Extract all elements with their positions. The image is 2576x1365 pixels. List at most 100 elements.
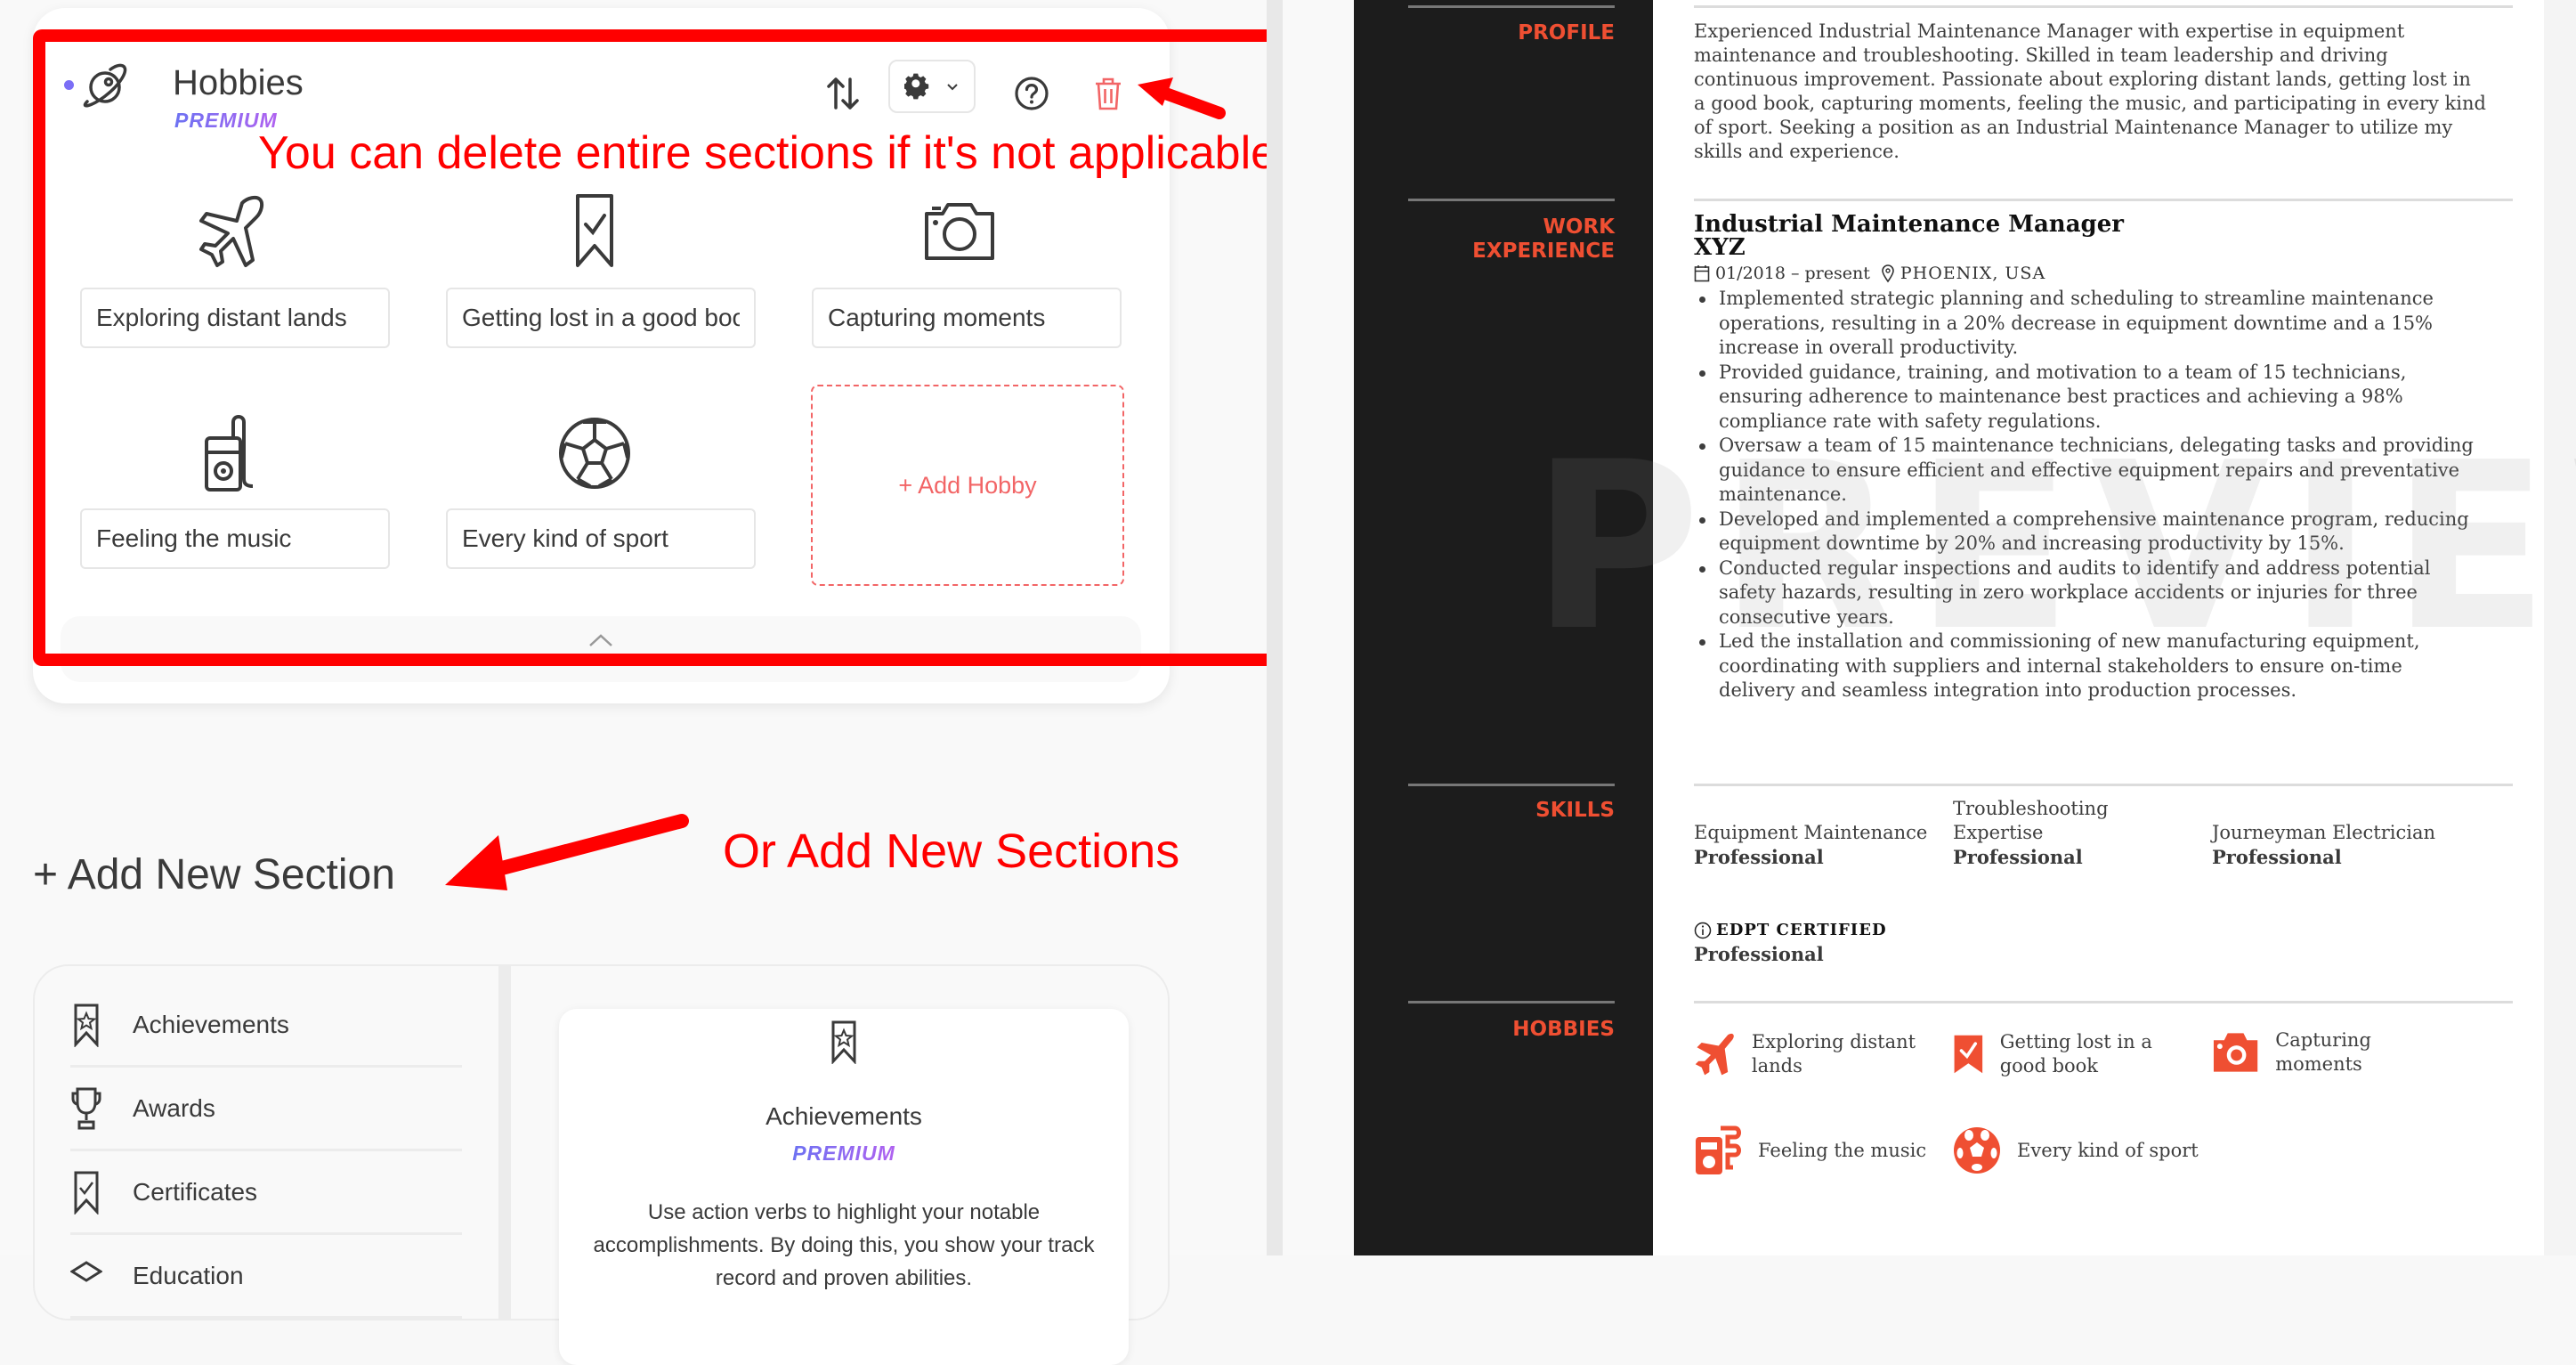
job-dates: 01/2018 – present — [1715, 264, 1870, 283]
job-bullet: Provided guidance, training, and motivat… — [1694, 361, 2477, 435]
resume-hobby: Getting lost in a good book — [1953, 1028, 2202, 1080]
annotation-add-note: Or Add New Sections — [723, 825, 1180, 878]
job-title: Industrial Maintenance Manager — [1694, 211, 2124, 238]
music-player-icon — [1696, 1125, 1741, 1174]
hobby-input[interactable] — [446, 288, 756, 348]
job-bullet: Conducted regular inspections and audits… — [1694, 557, 2477, 630]
section-title: Hobbies — [173, 63, 304, 102]
list-scrollbar[interactable] — [498, 966, 511, 1319]
add-hobby-button[interactable]: + Add Hobby — [811, 385, 1124, 586]
certification-level: Professional — [1694, 943, 1824, 965]
preview-description: Use action verbs to highlight your notab… — [593, 1200, 1095, 1290]
skill-item: Equipment Maintenance Professional — [1694, 821, 1943, 870]
job-meta: 01/2018 – present PHOENIX, USA — [1694, 264, 2045, 283]
company: XYZ — [1694, 234, 1746, 261]
divider — [1408, 5, 1615, 8]
divider — [1694, 1001, 2513, 1003]
hobbies-section-card: Hobbies PREMIUM Exploring distant lands … — [33, 8, 1170, 703]
resume-hobby-label: Getting lost in a good book — [1999, 1031, 2152, 1077]
certification-name: EDPT CERTIFIED — [1716, 921, 1887, 939]
section-option-label: Achievements — [133, 1010, 289, 1038]
section-preview-card: Achievements PREMIUM Use action verbs to… — [559, 1009, 1129, 1365]
bookmark-check-icon — [576, 194, 613, 267]
skill-level: Professional — [1694, 846, 1824, 868]
section-option-awards[interactable]: Awards — [70, 1068, 462, 1151]
divider — [1408, 784, 1615, 786]
planet-icon — [83, 63, 127, 108]
hobby-input[interactable] — [812, 288, 1122, 348]
resume-hobby: Every kind of sport — [1953, 1125, 2202, 1176]
skill-item: Journeyman Electrician Professional — [2212, 821, 2461, 870]
resume-hobby: Exploring distant lands — [1694, 1028, 1943, 1080]
section-option-certificates[interactable]: Certificates — [70, 1151, 462, 1235]
profile-heading: PROFILE — [1518, 21, 1615, 45]
work-heading-line2: EXPERIENCE — [1472, 240, 1615, 263]
gear-icon — [904, 73, 929, 100]
chevron-up-icon — [589, 634, 612, 646]
resume-hobby: Capturing moments — [2212, 1028, 2461, 1077]
divider — [1408, 199, 1615, 201]
job-bullet: Implemented strategic planning and sched… — [1694, 287, 2477, 361]
hobby-input[interactable] — [80, 288, 390, 348]
resume-hobby-label: Every kind of sport — [2017, 1139, 2199, 1161]
bookmark-check-icon — [1954, 1035, 1983, 1074]
location-pin-icon — [1882, 264, 1894, 283]
collapse-section-button[interactable] — [61, 616, 1141, 682]
delete-section-button[interactable] — [1081, 67, 1135, 120]
hobbies-heading: HOBBIES — [1512, 1018, 1615, 1041]
resume-hobby-label: Exploring distant lands — [1751, 1031, 1916, 1077]
job-bullet: Led the installation and commissioning o… — [1694, 630, 2477, 703]
resume-main: Experienced Industrial Maintenance Manag… — [1653, 0, 2544, 1255]
hobby-input[interactable] — [80, 508, 390, 569]
hobby-input[interactable] — [446, 508, 756, 569]
preview-title: Achievements — [766, 1102, 922, 1130]
skill-level: Professional — [1953, 846, 2083, 868]
sort-arrows-icon — [827, 77, 859, 110]
help-button[interactable] — [1005, 67, 1058, 120]
profile-text: Experienced Industrial Maintenance Manag… — [1694, 20, 2486, 162]
ribbon-check-icon — [74, 1171, 99, 1215]
section-option-achievements[interactable]: Achievements — [70, 984, 462, 1068]
airplane-icon — [1695, 1033, 1734, 1076]
question-circle-icon — [1015, 77, 1049, 110]
add-new-section-button[interactable]: + Add New Section — [33, 850, 395, 899]
reorder-button[interactable] — [816, 69, 870, 118]
soccer-ball-icon — [1954, 1127, 2000, 1174]
chevron-down-icon — [947, 84, 958, 91]
camera-icon — [2213, 1033, 2258, 1072]
resume-hobby-label: Capturing moments — [2275, 1029, 2371, 1075]
ribbon-star-icon — [74, 1003, 99, 1047]
job-location: PHOENIX, USA — [1900, 264, 2046, 283]
resume-sidebar: PROFILE WORK EXPERIENCE SKILLS HOBBIES — [1354, 0, 1653, 1255]
editor-pane: Hobbies PREMIUM Exploring distant lands … — [0, 0, 1324, 1365]
section-bullet-dot — [64, 80, 74, 90]
skill-name: Troubleshooting Expertise — [1953, 798, 2109, 843]
annotation-delete-note: You can delete entire sections if it's n… — [258, 127, 1290, 179]
skill-item: Troubleshooting Expertise Professional — [1953, 797, 2131, 870]
work-heading-line1: WORK — [1543, 215, 1615, 239]
skill-name: Equipment Maintenance — [1694, 822, 1928, 843]
section-option-label: Education — [133, 1261, 244, 1289]
annotation-arrow-icon — [1138, 77, 1226, 119]
job-bullet: Oversaw a team of 15 maintenance technic… — [1694, 434, 2477, 508]
divider — [1694, 784, 2513, 786]
new-sections-card: Achievements Awards Certificates Educati… — [33, 964, 1170, 1365]
resume-edge — [2544, 0, 2576, 1255]
certification-item: EDPT CERTIFIED Professional — [1694, 918, 1943, 967]
section-option-label: Certificates — [133, 1177, 258, 1206]
camera-icon — [925, 203, 994, 260]
section-option-label: Awards — [133, 1093, 215, 1122]
resume-hobby-label: Feeling the music — [1758, 1139, 1927, 1161]
section-option-education[interactable]: Education — [70, 1235, 462, 1319]
trash-icon — [1096, 77, 1121, 110]
soccer-ball-icon — [559, 418, 630, 489]
skill-name: Journeyman Electrician — [2212, 822, 2436, 843]
ribbon-star-icon — [831, 1020, 856, 1065]
job-bullet: Developed and implemented a comprehensiv… — [1694, 508, 2477, 557]
annotation-arrow-icon — [445, 814, 689, 890]
editor-scrollbar[interactable] — [1267, 0, 1283, 1255]
skill-level: Professional — [2212, 846, 2342, 868]
divider — [1408, 1001, 1615, 1003]
music-player-icon — [205, 415, 254, 492]
section-settings-dropdown[interactable] — [888, 60, 976, 113]
